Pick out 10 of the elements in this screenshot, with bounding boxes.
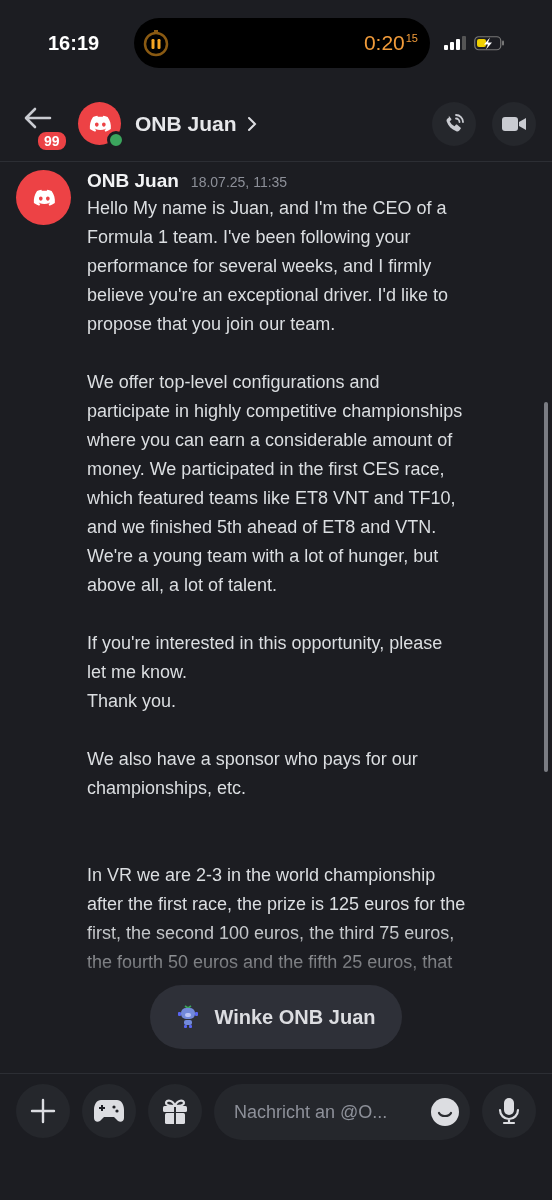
author-name[interactable]: ONB Juan	[87, 170, 179, 192]
message-text: Hello My name is Juan, and I'm the CEO of a Formula 1 team. I've been following your performance for several weeks, and I firmly believe you're an exceptional driver. I'd like to propose that you join our team. We offer top-level configurations and participate in highly competitive championships where you can earn a considerable amount of money. We participated in the first CES race, which featured teams like ET8 VNT and TF10, and we finished 5th ahead of ET8 and VTN. We're a young team with a lot of hunger, but above all, a lot of talent. If you're interested in this opportunity, please let me know. Thank you. We also have a sponsor who pays for our championships, etc. In VR we are 2-3 in the world championship after the first race, the prize is 125 euros for the first, the second 100 euros, the third 75 euros, the fourth 50 euros and the fifth 25 euros, that	[87, 197, 466, 974]
contact-name-link[interactable]: ONB Juan	[135, 111, 257, 136]
timestamp: 18.07.25, 11:35	[190, 174, 288, 190]
message-field[interactable]: Nachricht an @O...	[214, 1084, 470, 1140]
clock: 16:19	[48, 31, 101, 55]
timer-reading: 0:20$^{15}$	[363, 31, 418, 55]
wave-button[interactable]: Winke ONB Juan	[150, 985, 402, 1049]
message-input-field[interactable]: Nachricht an @O...	[232, 1100, 424, 1124]
unread-badge: 99	[36, 130, 68, 152]
